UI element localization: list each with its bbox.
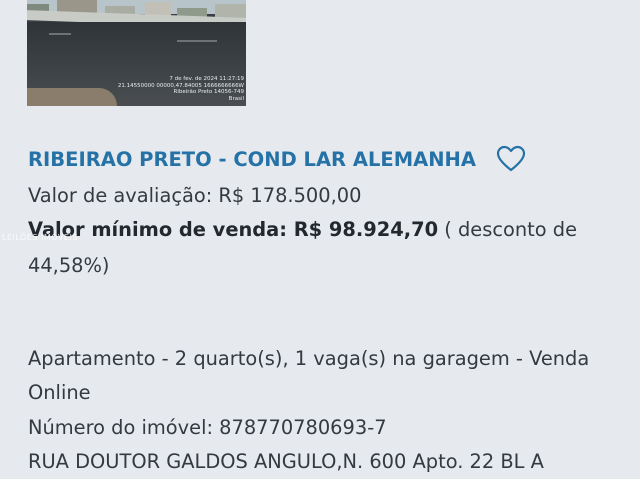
- road-marking: [177, 40, 217, 42]
- minimum-sale-value: Valor mínimo de venda: R$ 98.924,70: [28, 218, 439, 241]
- photo-stamp-line: Brasil: [228, 95, 244, 102]
- minimum-sale-line: Valor mínimo de venda: R$ 98.924,70 ( de…: [28, 218, 577, 241]
- watermark: LEILÕES IMÓVEIS: [2, 233, 78, 242]
- listing-title[interactable]: RIBEIRAO PRETO - COND LAR ALEMANHA: [28, 148, 476, 171]
- discount-text: ( desconto de: [438, 218, 578, 241]
- description-line: Apartamento - 2 quarto(s), 1 vaga(s) na …: [28, 347, 590, 370]
- discount-percent: 44,58%): [28, 254, 110, 277]
- description-line: Online: [28, 381, 91, 404]
- road-marking: [49, 33, 71, 35]
- listing-card: 7 de fev. de 2024 11:27:19 21.14550000 0…: [0, 0, 640, 479]
- heart-outline-icon[interactable]: [496, 145, 526, 173]
- listing-title-row: RIBEIRAO PRETO - COND LAR ALEMANHA: [28, 145, 526, 173]
- property-photo[interactable]: 7 de fev. de 2024 11:27:19 21.14550000 0…: [27, 0, 246, 106]
- property-number: Número do imóvel: 878770780693-7: [28, 416, 387, 439]
- property-address: RUA DOUTOR GALDOS ANGULO,N. 600 Apto. 22…: [28, 450, 544, 473]
- valuation-value: Valor de avaliação: R$ 178.500,00: [28, 184, 362, 207]
- photo-timestamp: 7 de fev. de 2024 11:27:19 21.14550000 0…: [94, 76, 244, 102]
